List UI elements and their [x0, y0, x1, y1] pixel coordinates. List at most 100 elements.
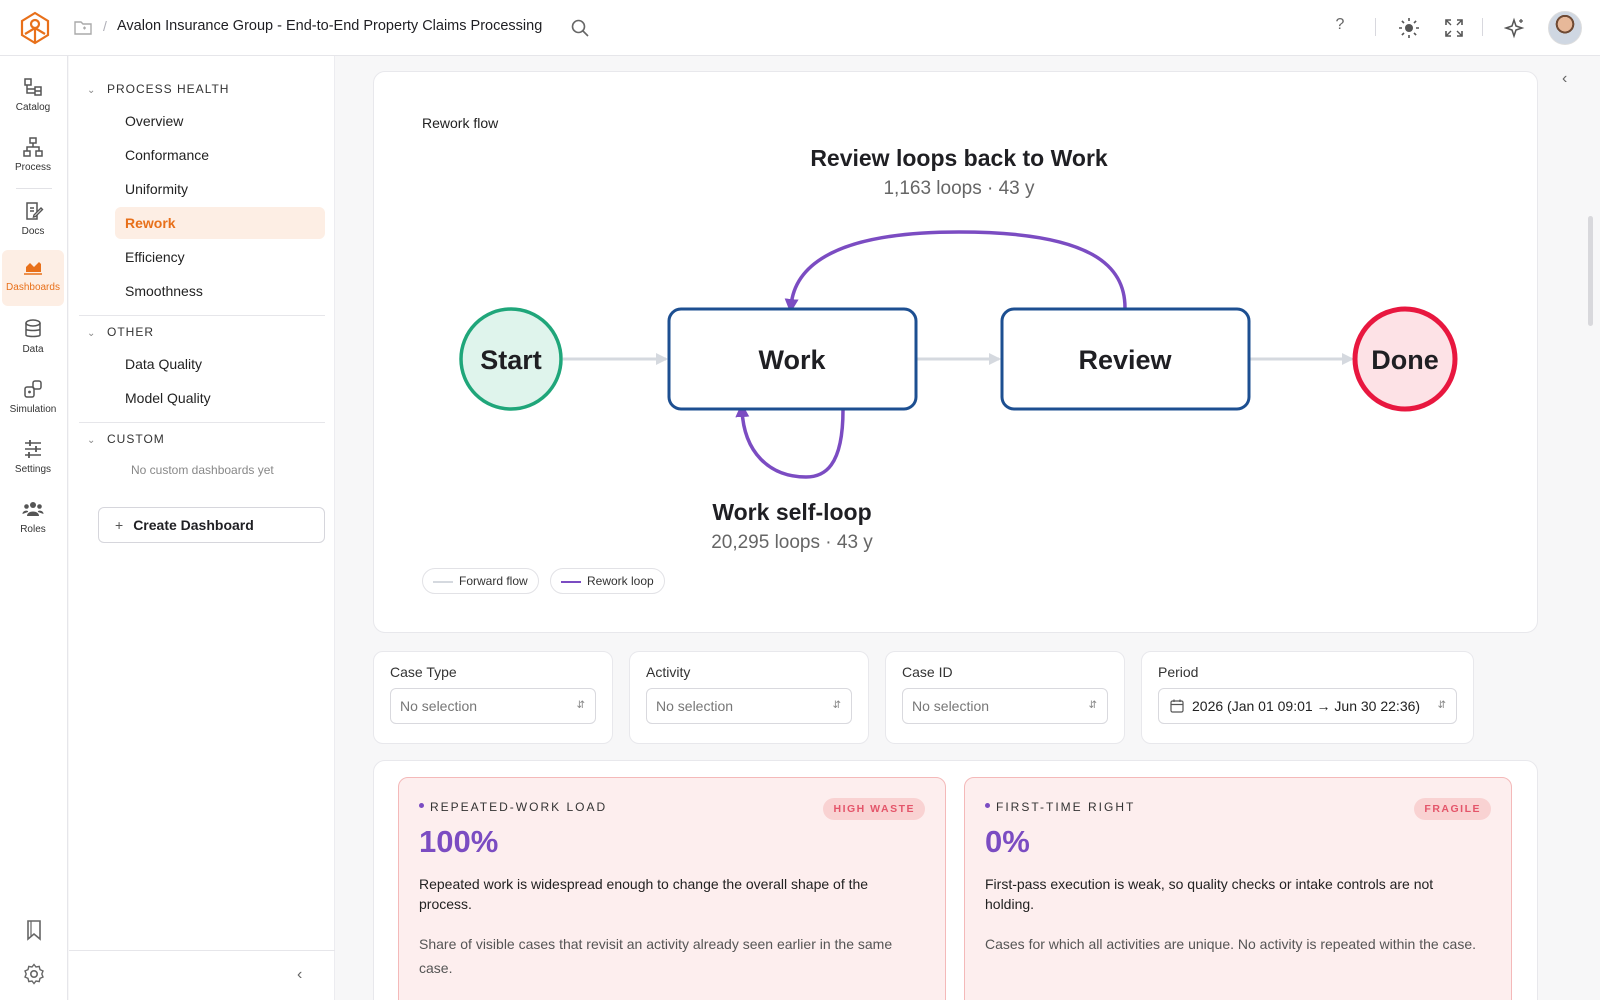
gear-icon[interactable]: [22, 962, 46, 986]
rail-item-catalog[interactable]: Catalog: [2, 70, 64, 120]
bullet-icon: [419, 803, 424, 809]
nav-item-rework[interactable]: Rework: [115, 207, 325, 239]
calendar-icon: [1170, 699, 1184, 713]
kpi-value: 0%: [985, 824, 1030, 859]
rail-item-process[interactable]: Process: [2, 130, 64, 180]
node-work-label: Work: [758, 345, 826, 375]
database-icon: [25, 319, 41, 338]
bookmark-icon[interactable]: [22, 918, 46, 942]
filter-activity: Activity No selection ⇵: [629, 651, 869, 744]
chevron-down-icon: ⌄: [87, 435, 97, 446]
chevron-down-icon: ⌄: [87, 328, 97, 339]
kpi-title: REPEATED-WORK LOAD: [419, 800, 607, 814]
plus-icon: +: [115, 517, 124, 533]
nav-item-overview[interactable]: Overview: [115, 105, 325, 137]
divider: [79, 315, 325, 316]
scrollbar[interactable]: [1588, 216, 1593, 326]
filter-label: Period: [1158, 664, 1199, 680]
create-dashboard-label: Create Dashboard: [133, 517, 254, 533]
dashboard-nav: ⌄ PROCESS HEALTH Overview Conformance Uni…: [69, 56, 335, 1000]
bullet-icon: [985, 803, 990, 809]
divider: [69, 950, 335, 951]
section-other[interactable]: ⌄ OTHER: [87, 325, 154, 339]
process-icon: [23, 137, 43, 157]
rail-label: Process: [14, 162, 52, 173]
sparkle-icon[interactable]: [1504, 17, 1526, 39]
rail-item-settings[interactable]: Settings: [2, 432, 64, 482]
filter-label: Case Type: [390, 664, 457, 680]
page-title[interactable]: Avalon Insurance Group - End-to-End Prop…: [117, 18, 542, 34]
rail-item-data[interactable]: Data: [2, 312, 64, 362]
section-title: OTHER: [107, 325, 154, 339]
legend-forward-flow[interactable]: Forward flow: [422, 568, 539, 594]
nav-item-data-quality[interactable]: Data Quality: [115, 348, 325, 380]
rail-label: Settings: [14, 464, 52, 475]
legend-rework-loop[interactable]: Rework loop: [550, 568, 665, 594]
user-avatar[interactable]: [1548, 11, 1582, 45]
updown-icon: ⇵: [1437, 700, 1446, 711]
legend-swatch: [561, 580, 581, 583]
rail-item-dashboards[interactable]: Dashboards: [2, 250, 64, 306]
kpi-note: Share of visible cases that revisit an a…: [419, 936, 893, 976]
create-dashboard-button[interactable]: + Create Dashboard: [98, 507, 325, 543]
kpi-title-text: FIRST-TIME RIGHT: [996, 800, 1136, 814]
divider: [79, 422, 325, 423]
legend-label: Rework loop: [587, 574, 654, 588]
divider: [1482, 18, 1483, 36]
select-value: No selection: [912, 698, 990, 714]
help-icon[interactable]: ?: [1330, 16, 1350, 34]
catalog-icon: [24, 78, 42, 96]
select-value: No selection: [656, 698, 734, 714]
nav-item-conformance[interactable]: Conformance: [115, 139, 325, 171]
rail-item-roles[interactable]: Roles: [2, 492, 64, 542]
collapse-left-icon[interactable]: ‹: [297, 966, 302, 984]
case-type-select[interactable]: No selection ⇵: [390, 688, 596, 724]
nav-item-smoothness[interactable]: Smoothness: [115, 275, 325, 307]
updown-icon: ⇵: [832, 700, 841, 711]
top-loop-title: Review loops back to Work: [810, 145, 1108, 171]
dashboards-icon: [24, 262, 42, 275]
legend-swatch: [433, 580, 453, 583]
search-icon[interactable]: [570, 18, 590, 38]
divider: [16, 188, 52, 189]
kpi-card-first-time-right: FIRST-TIME RIGHT FRAGILE 0% First-pass e…: [964, 777, 1512, 1000]
nav-item-uniformity[interactable]: Uniformity: [115, 173, 325, 205]
simulation-icon: [24, 380, 42, 398]
rail-label: Catalog: [15, 102, 51, 113]
rail-item-docs[interactable]: Docs: [2, 194, 64, 244]
updown-icon: ⇵: [1088, 700, 1097, 711]
rail-label: Data: [22, 344, 44, 355]
app-logo-icon[interactable]: [19, 11, 51, 45]
nav-item-model-quality[interactable]: Model Quality: [115, 382, 325, 414]
section-custom[interactable]: ⌄ CUSTOM: [87, 432, 165, 446]
fullscreen-icon[interactable]: [1443, 17, 1465, 39]
docs-icon: [26, 202, 44, 220]
kpi-description: Repeated work is widespread enough to ch…: [419, 876, 869, 912]
node-review-label: Review: [1078, 345, 1172, 375]
updown-icon: ⇵: [576, 700, 585, 711]
self-loop-title: Work self-loop: [712, 499, 871, 525]
rail-label: Dashboards: [6, 282, 60, 293]
left-rail: Catalog Process Docs Dashboards Data Sim…: [0, 56, 68, 1000]
period-select[interactable]: 2026 (Jan 01 09:01 → Jun 30 22:36) ⇵: [1158, 688, 1457, 724]
folder-icon[interactable]: [74, 19, 92, 35]
filter-label: Activity: [646, 664, 691, 680]
kpi-card-repeated-work: REPEATED-WORK LOAD HIGH WASTE 100% Repea…: [398, 777, 946, 1000]
top-bar: / Avalon Insurance Group - End-to-End Pr…: [0, 0, 1600, 56]
rail-label: Simulation: [9, 404, 57, 415]
section-title: CUSTOM: [107, 432, 165, 446]
collapse-right-panel-icon[interactable]: ‹: [1562, 70, 1567, 88]
status-badge: FRAGILE: [1414, 798, 1491, 820]
breadcrumb-separator: /: [103, 18, 107, 34]
rail-label: Roles: [20, 524, 46, 535]
case-id-select[interactable]: No selection ⇵: [902, 688, 1108, 724]
rail-item-simulation[interactable]: Simulation: [2, 372, 64, 422]
nav-item-efficiency[interactable]: Efficiency: [115, 241, 325, 273]
activity-select[interactable]: No selection ⇵: [646, 688, 852, 724]
kpi-title-text: REPEATED-WORK LOAD: [430, 800, 608, 814]
node-start-label: Start: [480, 345, 542, 375]
sun-icon[interactable]: [1398, 17, 1420, 39]
self-loop-stats: 20,295 loops · 43 y: [711, 532, 873, 553]
select-value: 2026 (Jan 01 09:01 → Jun 30 22:36): [1192, 698, 1421, 714]
section-process-health[interactable]: ⌄ PROCESS HEALTH: [87, 82, 229, 96]
